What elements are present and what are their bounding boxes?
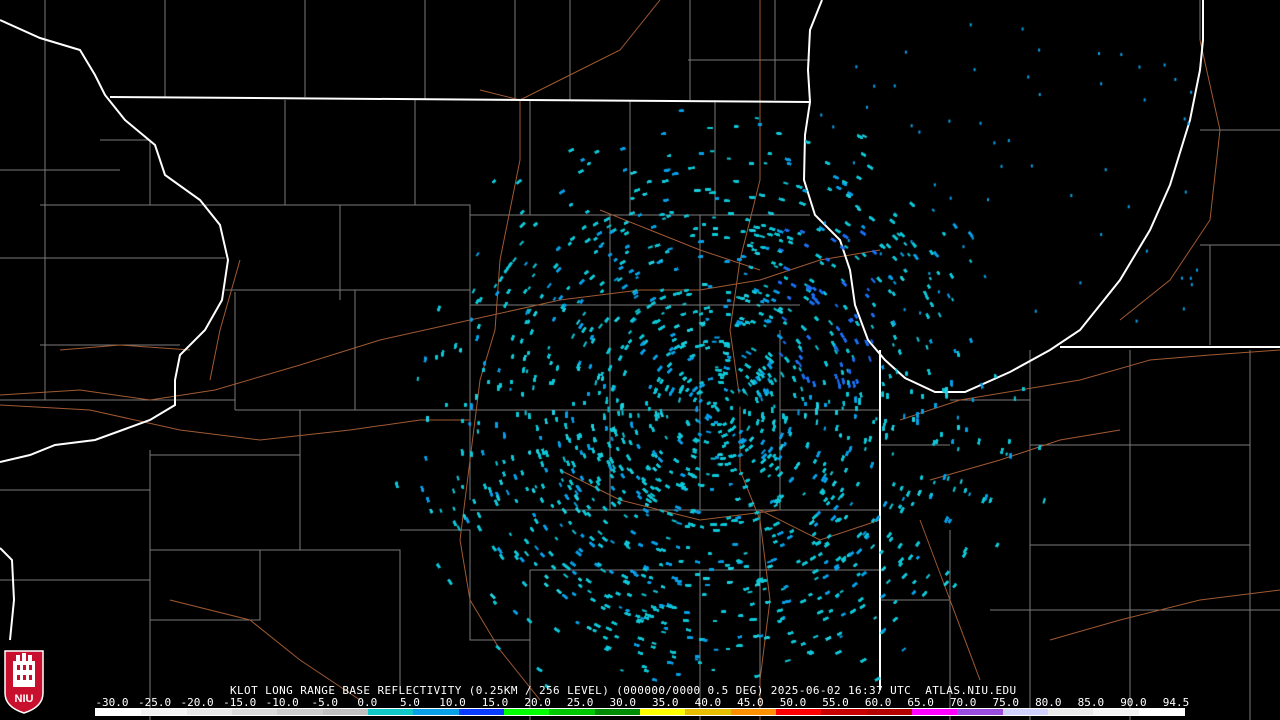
scale-color-segment <box>730 709 776 715</box>
reflectivity-echoes <box>0 0 1280 720</box>
scale-color-segment <box>503 709 550 715</box>
scale-color-segment <box>413 709 459 715</box>
scale-color-segment <box>367 709 414 715</box>
scale-color-segment <box>231 709 278 715</box>
scale-color-segment <box>277 709 323 715</box>
scale-color-segment <box>911 709 958 715</box>
scale-color-segment <box>141 709 187 715</box>
scale-color-segment <box>96 709 142 715</box>
scale-color-segment <box>1138 709 1184 715</box>
logo-text: NIU <box>15 693 34 705</box>
scale-color-segment <box>639 709 686 715</box>
scale-color-segment <box>1093 709 1139 715</box>
scale-color-segment <box>594 709 640 715</box>
color-scale-bar <box>95 708 1185 716</box>
scale-color-segment <box>866 709 912 715</box>
scale-color-segment <box>458 709 504 715</box>
scale-color-segment <box>1002 709 1048 715</box>
scale-color-segment <box>322 709 368 715</box>
scale-color-segment <box>957 709 1003 715</box>
scale-color-segment <box>1047 709 1094 715</box>
scale-color-segment <box>549 709 595 715</box>
scale-color-segment <box>685 709 731 715</box>
scale-color-segment <box>821 709 867 715</box>
scale-color-segment <box>186 709 232 715</box>
niu-logo: NIU <box>3 647 45 715</box>
scale-color-segment <box>775 709 822 715</box>
radar-map[interactable] <box>0 0 1280 720</box>
